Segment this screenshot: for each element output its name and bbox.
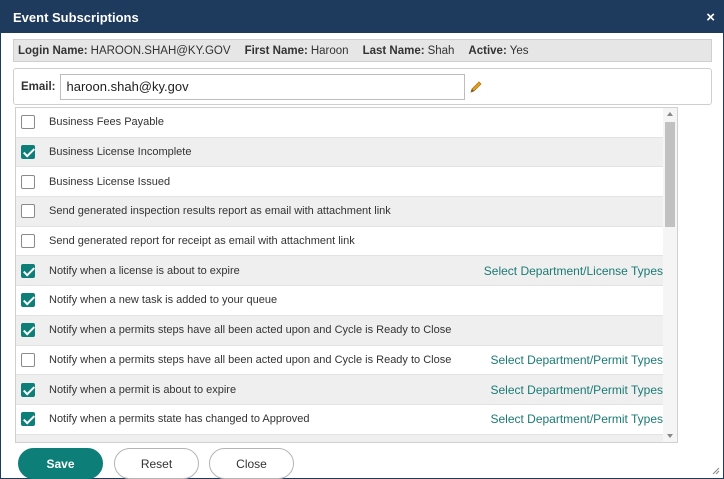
scrollbar-thumb[interactable]: [665, 122, 675, 227]
select-types-link[interactable]: Select Department/Permit Types: [490, 353, 663, 367]
subscription-label: Business License Incomplete: [49, 146, 192, 159]
subscription-row: Notify when a license is about to expire…: [16, 256, 677, 287]
subscription-checkbox[interactable]: [21, 352, 35, 367]
save-button[interactable]: Save: [18, 448, 103, 479]
subscription-row: Business License Incomplete: [16, 137, 677, 168]
first-name-value: Haroon: [310, 44, 349, 57]
last-name-value: Shah: [427, 44, 455, 57]
subscription-checkbox[interactable]: [21, 323, 35, 338]
subscription-row: Send generated report for receipt as ema…: [16, 227, 677, 257]
subscription-label: Business Fees Payable: [49, 116, 164, 129]
resize-grip-icon[interactable]: [712, 467, 720, 475]
close-icon[interactable]: ×: [706, 10, 715, 25]
subscription-label: Send generated inspection results report…: [49, 205, 391, 218]
reset-button[interactable]: Reset: [114, 448, 199, 479]
user-info-bar: Login Name: HAROON.SHAH@KY.GOV First Nam…: [13, 39, 712, 62]
login-name-value: HAROON.SHAH@KY.GOV: [90, 44, 231, 57]
subscription-list[interactable]: Business Fees Payable Business License In…: [15, 107, 678, 443]
scroll-up-icon[interactable]: [667, 112, 673, 116]
select-types-link[interactable]: Select Department/License Types: [484, 264, 663, 278]
subscription-row: Business License Issued: [16, 167, 677, 198]
email-label: Email:: [21, 80, 56, 93]
email-section: Email:: [13, 68, 712, 105]
dialog-footer: Save Reset Close: [1, 443, 723, 479]
subscription-label: Notify when a new task is added to your …: [49, 294, 278, 307]
subscription-checkbox[interactable]: [21, 115, 35, 130]
close-button[interactable]: Close: [209, 448, 294, 479]
subscription-checkbox[interactable]: [21, 382, 35, 397]
subscription-label: Notify when a permit is about to expire: [49, 383, 237, 396]
dialog-title: Event Subscriptions: [13, 9, 139, 25]
subscription-checkbox[interactable]: [21, 412, 35, 427]
subscription-checkbox[interactable]: [21, 204, 35, 219]
subscription-label: Notify when a permits state has changed …: [49, 413, 310, 426]
subscription-row: Business Fees Payable: [16, 108, 677, 138]
subscription-checkbox[interactable]: [21, 263, 35, 278]
subscription-row: Notify when a permit is about to expire S…: [16, 375, 677, 405]
select-types-link[interactable]: Select Department/Permit Types: [490, 383, 663, 397]
scroll-down-icon[interactable]: [667, 434, 673, 438]
subscription-row: Notify when a permits state has changed …: [16, 405, 677, 435]
subscription-checkbox[interactable]: [21, 234, 35, 249]
list-scrollbar[interactable]: [663, 107, 678, 443]
login-name-label: Login Name:: [18, 44, 88, 57]
first-name-label: First Name:: [244, 44, 308, 57]
last-name-label: Last Name:: [362, 44, 425, 57]
subscription-label: Notify when a permits steps have all bee…: [49, 353, 452, 366]
subscription-row: Notify when a new task is added to your …: [16, 286, 677, 316]
subscription-label: Notify when a permits steps have all bee…: [49, 324, 452, 337]
subscription-label: Business License Issued: [49, 175, 171, 188]
subscription-row: Send generated inspection results report…: [16, 197, 677, 227]
email-field[interactable]: [59, 73, 465, 100]
dialog-titlebar: Event Subscriptions ×: [1, 1, 723, 33]
subscription-row: Notify when a permits steps have all bee…: [16, 346, 677, 376]
event-subscriptions-dialog: Event Subscriptions × Login Name: HAROON…: [0, 0, 724, 479]
subscription-label: Notify when a license is about to expire: [49, 264, 240, 277]
active-label: Active:: [468, 44, 507, 57]
select-types-link[interactable]: Select Department/Permit Types: [490, 412, 663, 426]
pencil-icon[interactable]: [469, 80, 483, 94]
subscription-checkbox[interactable]: [21, 145, 35, 160]
subscription-row: Notify when a permits steps have all bee…: [16, 315, 677, 346]
subscription-checkbox[interactable]: [21, 293, 35, 308]
subscription-row: [16, 434, 677, 442]
subscription-label: Send generated report for receipt as ema…: [49, 235, 355, 248]
subscription-checkbox[interactable]: [21, 174, 35, 189]
active-value: Yes: [509, 44, 529, 57]
